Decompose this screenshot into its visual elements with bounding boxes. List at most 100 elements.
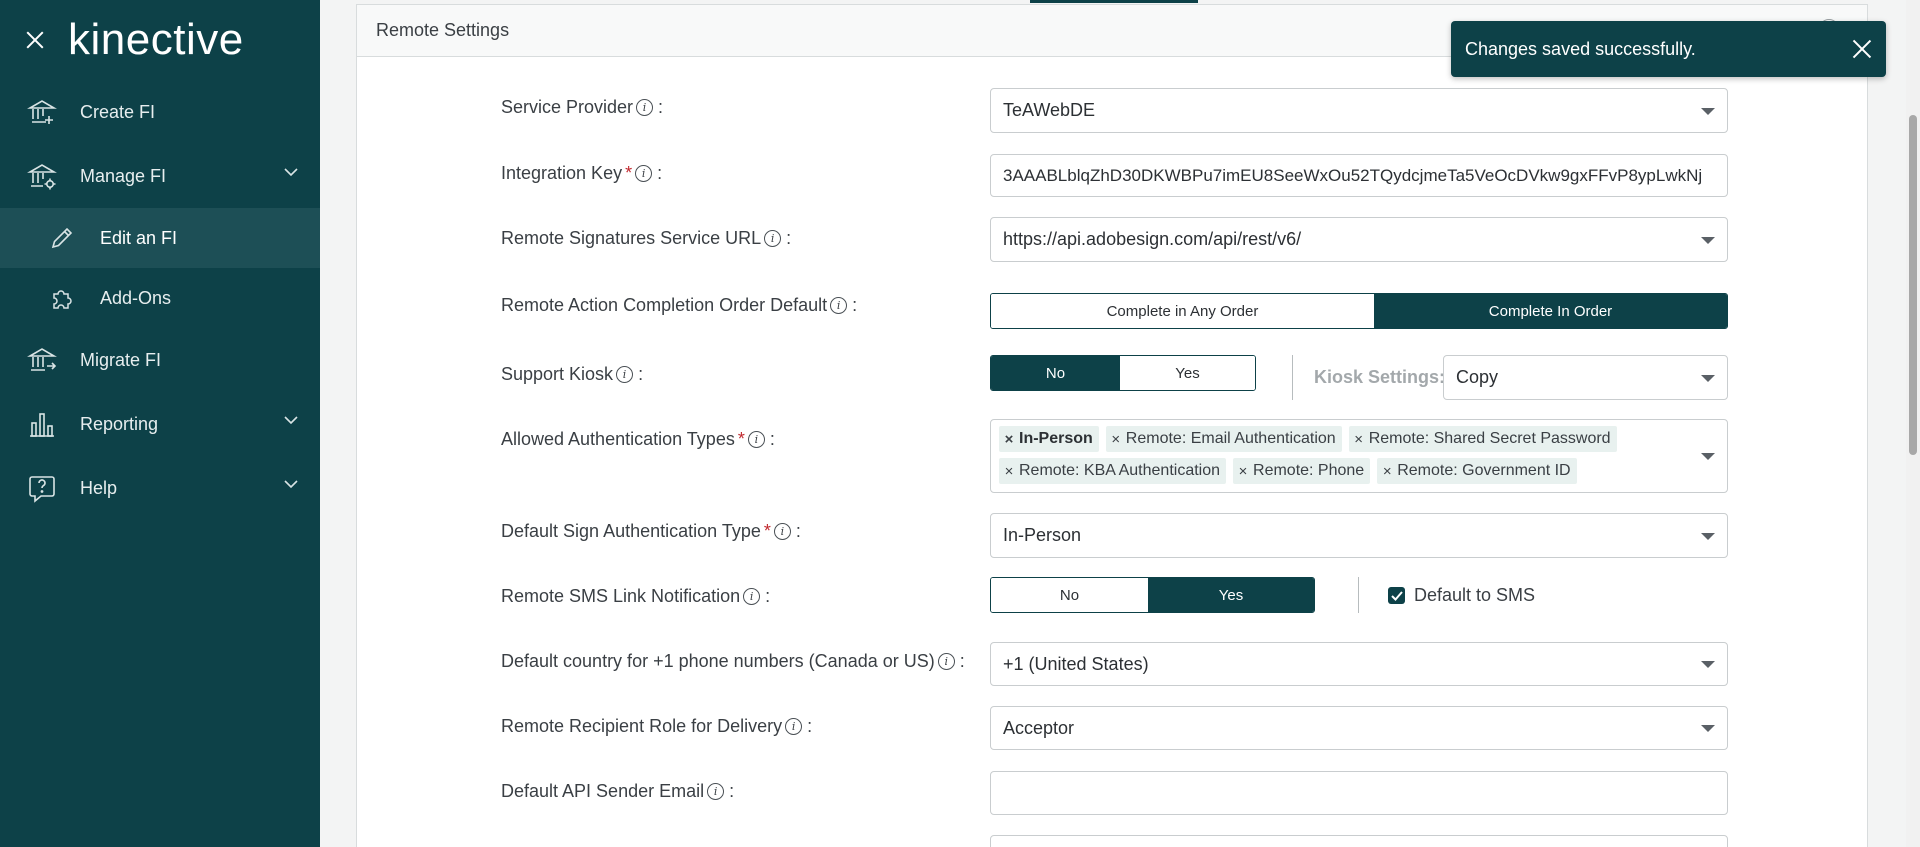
tag-shared-secret: × Remote: Shared Secret Password	[1348, 426, 1617, 452]
kiosk-settings-label: Kiosk Settings:	[1314, 367, 1446, 387]
pencil-icon	[48, 224, 76, 252]
sidebar-item-create-fi[interactable]: Create FI	[0, 80, 320, 144]
info-icon[interactable]: i	[773, 523, 791, 540]
chevron-down-icon[interactable]	[284, 416, 298, 425]
sidebar-item-help[interactable]: Help	[0, 456, 320, 520]
remote-url-label: Remote Signatures Service URL i:	[501, 228, 791, 249]
sidebar-item-edit-fi[interactable]: Edit an FI	[0, 208, 320, 268]
field-label-text: Allowed Authentication Types	[501, 429, 735, 449]
colon: :	[786, 228, 792, 248]
remote-url-select[interactable]: https://api.adobesign.com/api/rest/v6/	[990, 217, 1728, 262]
success-toast: Changes saved successfully.	[1451, 21, 1886, 77]
auth-types-multiselect[interactable]: × In-Person × Remote: Email Authentication…	[990, 419, 1728, 493]
sidebar-item-label: Reporting	[80, 413, 159, 434]
support-kiosk-label: Support Kiosk i:	[501, 364, 643, 385]
field-label-text: Remote Action Completion Order Default	[501, 295, 828, 315]
field-label-text: Support Kiosk	[501, 364, 614, 384]
remove-tag-icon[interactable]: ×	[999, 431, 1019, 448]
colon: :	[795, 521, 801, 541]
field-label-text: Service Provider	[501, 97, 634, 117]
main-content: Remote Settings Service Provider i: TeAW…	[320, 0, 1920, 847]
colon: :	[657, 163, 663, 183]
remove-tag-icon[interactable]: ×	[1233, 463, 1253, 480]
sidebar-item-add-ons[interactable]: Add-Ons	[0, 268, 320, 328]
caret-down-icon	[1701, 374, 1715, 382]
sidebar-item-label: Help	[80, 477, 118, 498]
chevron-down-icon[interactable]	[284, 168, 298, 177]
chevron-down-icon[interactable]	[284, 480, 298, 489]
close-icon[interactable]	[1852, 39, 1872, 59]
select-value: https://api.adobesign.com/api/rest/v6/	[1003, 229, 1302, 249]
sms-no-option[interactable]: No	[991, 578, 1149, 612]
toast-message: Changes saved successfully.	[1465, 38, 1696, 59]
colon: :	[852, 295, 858, 315]
kiosk-settings-select[interactable]: Copy	[1443, 355, 1728, 400]
remove-tag-icon[interactable]: ×	[1377, 463, 1397, 480]
info-icon[interactable]: i	[830, 297, 848, 314]
tag-in-person: × In-Person	[999, 426, 1099, 452]
sms-yes-option[interactable]: Yes	[1148, 578, 1314, 612]
default-sign-auth-select[interactable]: In-Person	[990, 513, 1728, 558]
recipient-role-select[interactable]: Acceptor	[990, 706, 1728, 750]
field-label-text: Default country for +1 phone numbers (Ca…	[501, 651, 935, 671]
checkbox-label: Default to SMS	[1414, 585, 1536, 605]
info-icon[interactable]: i	[635, 165, 653, 182]
scrollbar[interactable]	[1906, 0, 1920, 847]
default-to-sms-checkbox[interactable]: Default to SMS	[1388, 585, 1535, 606]
sidebar-item-migrate-fi[interactable]: Migrate FI	[0, 328, 320, 392]
remove-tag-icon[interactable]: ×	[1106, 431, 1126, 448]
default-country-select[interactable]: +1 (United States)	[990, 642, 1728, 686]
complete-any-order-option[interactable]: Complete in Any Order	[991, 294, 1374, 328]
active-tab-indicator	[1030, 0, 1198, 3]
sms-notification-toggle: No Yes	[990, 577, 1315, 613]
caret-down-icon	[1701, 661, 1715, 668]
info-icon[interactable]: i	[937, 653, 955, 670]
remove-tag-icon[interactable]: ×	[1349, 431, 1369, 448]
field-label-text: Integration Key	[501, 163, 623, 183]
remove-tag-icon[interactable]: ×	[999, 463, 1019, 480]
scrollbar-thumb[interactable]	[1909, 115, 1917, 455]
colon: :	[959, 651, 965, 671]
sidebar-item-manage-fi[interactable]: Manage FI	[0, 144, 320, 208]
required-asterisk: *	[737, 429, 745, 449]
info-icon[interactable]: i	[743, 588, 761, 605]
sidebar-item-reporting[interactable]: Reporting	[0, 392, 320, 456]
close-sidebar-icon[interactable]	[22, 27, 48, 53]
sidebar-item-label: Create FI	[80, 101, 156, 122]
next-field-input[interactable]	[990, 835, 1728, 847]
colon: :	[769, 429, 775, 449]
kiosk-no-option[interactable]: No	[991, 356, 1121, 390]
tag-kba-auth: × Remote: KBA Authentication	[999, 458, 1227, 484]
colon: :	[729, 781, 735, 801]
sidebar-header: kinective	[0, 0, 320, 80]
caret-down-icon	[1701, 236, 1715, 244]
api-sender-email-input[interactable]	[990, 771, 1728, 815]
auth-types-label: Allowed Authentication Types * i:	[501, 429, 775, 450]
colon: :	[658, 97, 664, 117]
service-provider-select[interactable]: TeAWebDE	[990, 88, 1728, 133]
required-asterisk: *	[763, 521, 771, 541]
field-label-text: Remote SMS Link Notification	[501, 586, 741, 606]
sidebar-item-label: Manage FI	[80, 165, 167, 186]
bar-chart-icon	[26, 408, 58, 440]
info-icon[interactable]: i	[616, 366, 634, 383]
tag-government-id: × Remote: Government ID	[1377, 458, 1577, 484]
info-icon[interactable]: i	[747, 431, 765, 448]
divider	[1358, 577, 1359, 613]
completion-order-toggle: Complete in Any Order Complete In Order	[990, 293, 1728, 329]
tag-label: In-Person	[1019, 430, 1093, 447]
integration-key-label: Integration Key * i:	[501, 163, 662, 184]
complete-in-order-option[interactable]: Complete In Order	[1373, 294, 1727, 328]
info-icon[interactable]: i	[636, 99, 654, 116]
sidebar-item-label: Migrate FI	[80, 349, 162, 370]
integration-key-input[interactable]: 3AAABLblqZhD30DKWBPu7imEU8SeeWxOu52TQydc…	[990, 154, 1728, 197]
info-icon[interactable]: i	[764, 230, 782, 247]
info-icon[interactable]: i	[785, 718, 803, 735]
kiosk-yes-option[interactable]: Yes	[1120, 356, 1255, 390]
support-kiosk-toggle: No Yes	[990, 355, 1256, 391]
field-label-text: Remote Signatures Service URL	[501, 228, 762, 248]
tag-label: Remote: Phone	[1253, 462, 1365, 479]
info-icon[interactable]: i	[707, 783, 725, 800]
colon: :	[807, 716, 813, 736]
sidebar-item-label: Edit an FI	[100, 227, 178, 248]
